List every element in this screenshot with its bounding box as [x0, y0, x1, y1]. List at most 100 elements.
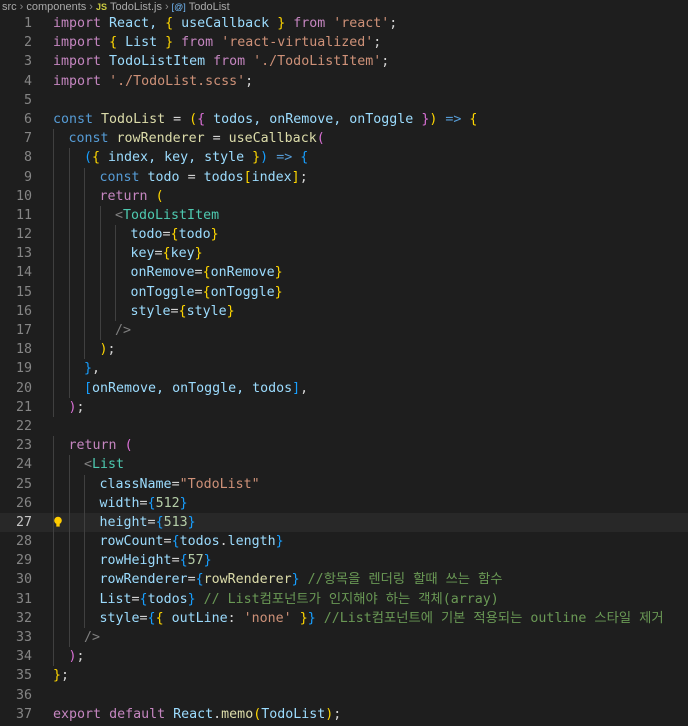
indent-guide [68, 455, 70, 475]
code-line[interactable]: 29 rowHeight={57} [0, 551, 688, 571]
indent-guide [84, 244, 85, 264]
code-token: height [99, 514, 148, 530]
breadcrumb-item-symbol[interactable]: TodoList [189, 1, 230, 13]
code-text: /> [84, 628, 100, 647]
code-token: } [307, 610, 316, 626]
breadcrumb-item-components[interactable]: components [26, 1, 86, 13]
code-token: { [92, 150, 101, 166]
code-token: TodoList [101, 111, 166, 127]
indent-guide [68, 378, 70, 398]
code-line[interactable]: 8({ index, key, style }) => { [0, 148, 688, 168]
breadcrumb-item-src[interactable]: src [2, 1, 17, 13]
code-line[interactable]: 23 return ( [0, 436, 688, 456]
code-line[interactable]: 11 <TodoListItem [0, 205, 688, 226]
code-token: from [213, 54, 254, 70]
code-line[interactable]: 27 height={513} [0, 512, 688, 533]
code-line[interactable]: 30 rowRenderer={rowRenderer} //항목을 렌더링 할때… [0, 570, 688, 590]
code-token: TodoList [261, 706, 326, 722]
code-line[interactable]: 3 import TodoListItem from './TodoListIte… [0, 52, 688, 71]
code-text: [onRemove, onToggle, todos], [84, 379, 308, 398]
code-line[interactable]: 33 /> [0, 628, 688, 648]
code-token: = [163, 534, 172, 550]
code-line[interactable]: 28 rowCount={todos.length} [0, 532, 688, 552]
code-line[interactable]: 12 todo={todo} [0, 225, 688, 245]
code-text: ({ index, key, style }) => { [84, 148, 308, 167]
code-token: ) [260, 150, 269, 166]
code-token: , [300, 380, 309, 396]
code-text: ); [100, 340, 116, 359]
line-number: 6 [23, 111, 32, 127]
code-line[interactable]: 20 [onRemove, onToggle, todos], [0, 378, 688, 398]
code-token: export [53, 706, 102, 722]
code-line[interactable]: 36 [0, 686, 688, 705]
code-line[interactable]: 13 key={key} [0, 244, 688, 264]
code-token: } [274, 284, 283, 300]
code-line[interactable]: 35}; [0, 666, 688, 685]
code-line[interactable]: 5 [0, 91, 688, 110]
code-token: ) [68, 649, 77, 665]
code-token: { [469, 111, 478, 127]
code-line[interactable]: 17 /> [0, 321, 688, 341]
code-line[interactable]: 1 import React, { useCallback } from 'rea… [0, 14, 688, 33]
code-line[interactable]: 37 export default React.memo(TodoList); [0, 705, 688, 724]
code-token: ; [299, 169, 308, 185]
code-line[interactable]: 26 width={512} [0, 493, 688, 513]
lightbulb-icon[interactable] [53, 516, 63, 528]
code-token: ; [373, 35, 382, 51]
line-number: 20 [15, 380, 32, 396]
code-line[interactable]: 18); [0, 340, 688, 360]
line-number: 13 [15, 246, 32, 262]
code-token: = [162, 227, 171, 243]
code-token: /> [115, 323, 132, 338]
code-line[interactable]: 25 className="TodoList" [0, 474, 688, 494]
code-line[interactable]: 21); [0, 397, 688, 417]
code-token: ; [76, 399, 85, 415]
code-line[interactable]: 7 const rowRenderer = useCallback( [0, 129, 688, 149]
code-line[interactable]: 14 onRemove={onRemove} [0, 263, 688, 283]
code-text: onToggle={onToggle} [131, 283, 283, 302]
code-token: , [92, 361, 101, 377]
chevron-right-icon: › [89, 1, 93, 13]
code-line[interactable]: 24 <List [0, 455, 688, 475]
code-token: const [68, 131, 109, 147]
code-line[interactable]: 6 const TodoList = ({ todos, onRemove, on… [0, 110, 688, 129]
code-line[interactable]: 32 style={{ outLine: 'none' }} //List컴포넌트… [0, 608, 688, 628]
code-token: //항목을 렌더링 할때 쓰는 함수 [299, 572, 503, 588]
code-line[interactable]: 4 import './TodoList.scss'; [0, 72, 688, 91]
code-token: } [226, 303, 235, 319]
code-text: List={todos} // List컴포넌트가 인지해야 하는 객체(arr… [100, 590, 499, 609]
indent-guide [84, 532, 85, 552]
code-token: { [197, 111, 206, 127]
code-token: List [117, 35, 166, 51]
code-line[interactable]: 16 style={style} [0, 301, 688, 321]
code-line[interactable]: 2 import { List } from 'react-virtualized… [0, 33, 688, 52]
indent-guide [53, 321, 54, 341]
code-token: ; [333, 706, 342, 722]
code-token: style [186, 303, 227, 319]
code-token: } [194, 246, 203, 262]
indent-guide [115, 244, 116, 264]
code-token: length [227, 534, 276, 550]
code-line[interactable]: 15 onToggle={onToggle} [0, 282, 688, 302]
code-token: < [115, 207, 124, 223]
code-token: todos, onRemove, onToggle [205, 111, 422, 127]
code-line[interactable]: 10 return ( [0, 186, 688, 206]
code-line[interactable]: 31 List={todos} // List컴포넌트가 인지해야 하는 객체(a… [0, 589, 688, 609]
code-token: ; [389, 16, 398, 31]
indent-guide [68, 551, 70, 571]
code-line[interactable]: 22 [0, 417, 688, 436]
indent-guide [115, 263, 116, 283]
code-token: /> [84, 630, 101, 645]
breadcrumb-item-file[interactable]: TodoList.js [110, 1, 162, 13]
code-editor[interactable]: 1 import React, { useCallback } from 'rea… [0, 14, 688, 726]
indent-guide [53, 282, 54, 302]
code-line[interactable]: 34); [0, 647, 688, 667]
code-line[interactable]: 19}, [0, 359, 688, 379]
indent-guide [53, 167, 54, 187]
code-token: ] [292, 380, 301, 396]
indent-guide [53, 551, 54, 571]
code-token: = [187, 572, 196, 588]
code-line[interactable]: 9 const todo = todos[index]; [0, 167, 688, 187]
